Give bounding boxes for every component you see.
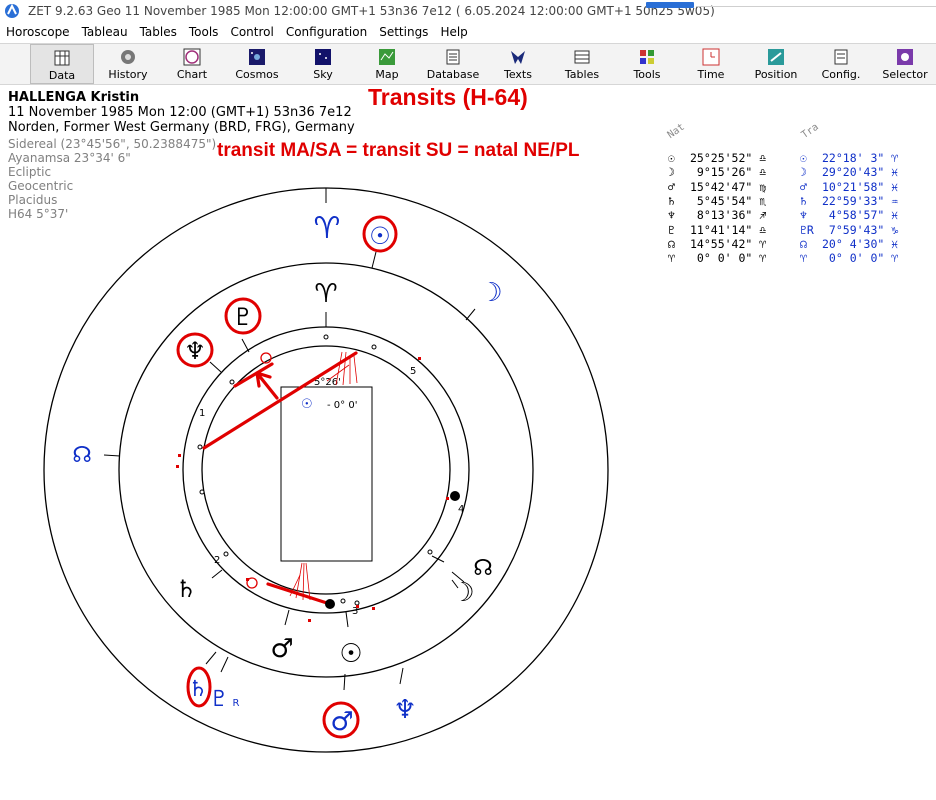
house-number-4: 4 [458, 504, 464, 515]
natal-node-glyph: ☊ [473, 556, 493, 581]
transit-saturn-marker [246, 577, 258, 589]
transit-mars-glyph: ♂ [330, 707, 353, 737]
aspect-box [280, 386, 373, 562]
transit-moon-glyph: ☽ [479, 278, 502, 308]
horoscope-wheel[interactable]: 1 2 3 4 5 ☉ - 0° 0' 5°26' ♈ ☉ ☽ ☊ ♆ ♂ ♄ … [0, 0, 936, 800]
natal-point-dot-2 [325, 599, 335, 609]
natal-aries-glyph: ♈ [314, 279, 337, 309]
natal-neptune-glyph: ♆ [184, 337, 206, 365]
transit-pluto-glyph: ♇ [209, 687, 229, 712]
natal-mars-glyph: ♂ [270, 634, 293, 664]
transit-sun-glyph: ☉ [369, 222, 391, 250]
natal-sun-glyph: ☉ [339, 639, 362, 669]
house-number-5: 5 [410, 366, 416, 377]
aspect-box-glyph: ☉ [301, 397, 313, 412]
transit-aries-glyph: ♈ [314, 211, 341, 246]
house-number-1: 1 [199, 408, 205, 419]
house-number-2: 2 [214, 555, 220, 566]
transit-neptune-glyph: ♆ [393, 695, 416, 725]
natal-point-dot [450, 491, 460, 501]
aspect-box-value: - 0° 0' [327, 400, 357, 411]
transit-pluto-retrograde: R [233, 698, 240, 709]
transit-node-glyph: ☊ [72, 443, 92, 468]
natal-saturn-glyph: ♄ [175, 575, 197, 603]
natal-pluto-glyph: ♇ [232, 303, 254, 331]
natal-moon-glyph: ☽ [451, 578, 474, 608]
